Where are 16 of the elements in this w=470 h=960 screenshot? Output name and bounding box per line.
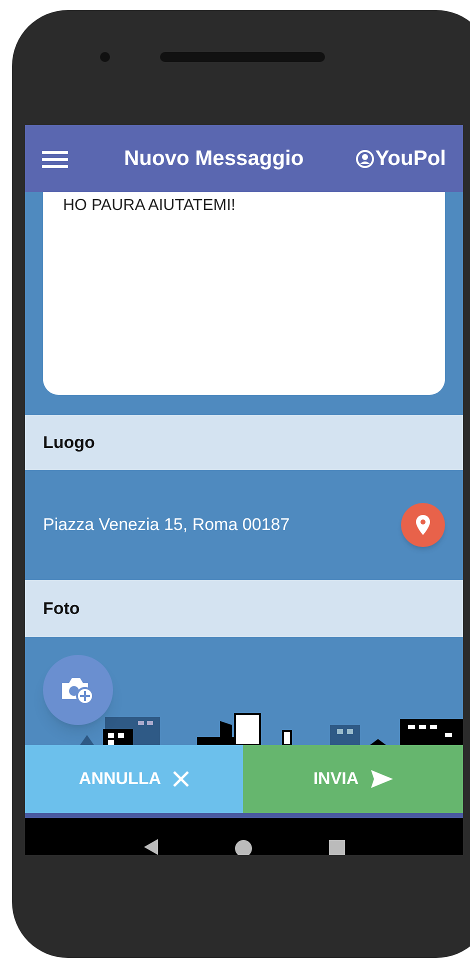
address-text: Piazza Venezia 15, Roma 00187 [43, 514, 290, 536]
camera-lens [100, 52, 110, 62]
map-pin-icon [416, 515, 430, 535]
location-button[interactable] [401, 503, 445, 547]
back-icon[interactable] [144, 839, 158, 855]
user-icon [356, 150, 374, 168]
send-icon [370, 770, 393, 788]
recent-apps-icon[interactable] [328, 840, 344, 855]
home-icon[interactable] [234, 840, 252, 855]
screen-title: Nuovo Messaggio [124, 146, 304, 172]
menu-icon[interactable] [42, 150, 68, 168]
close-icon [173, 771, 190, 787]
message-field[interactable]: HO PAURA AIUTATEMI! [43, 192, 445, 395]
section-heading: Foto [43, 598, 80, 620]
account-label[interactable]: YouPol [375, 142, 446, 174]
section-heading: Luogo [43, 432, 95, 454]
